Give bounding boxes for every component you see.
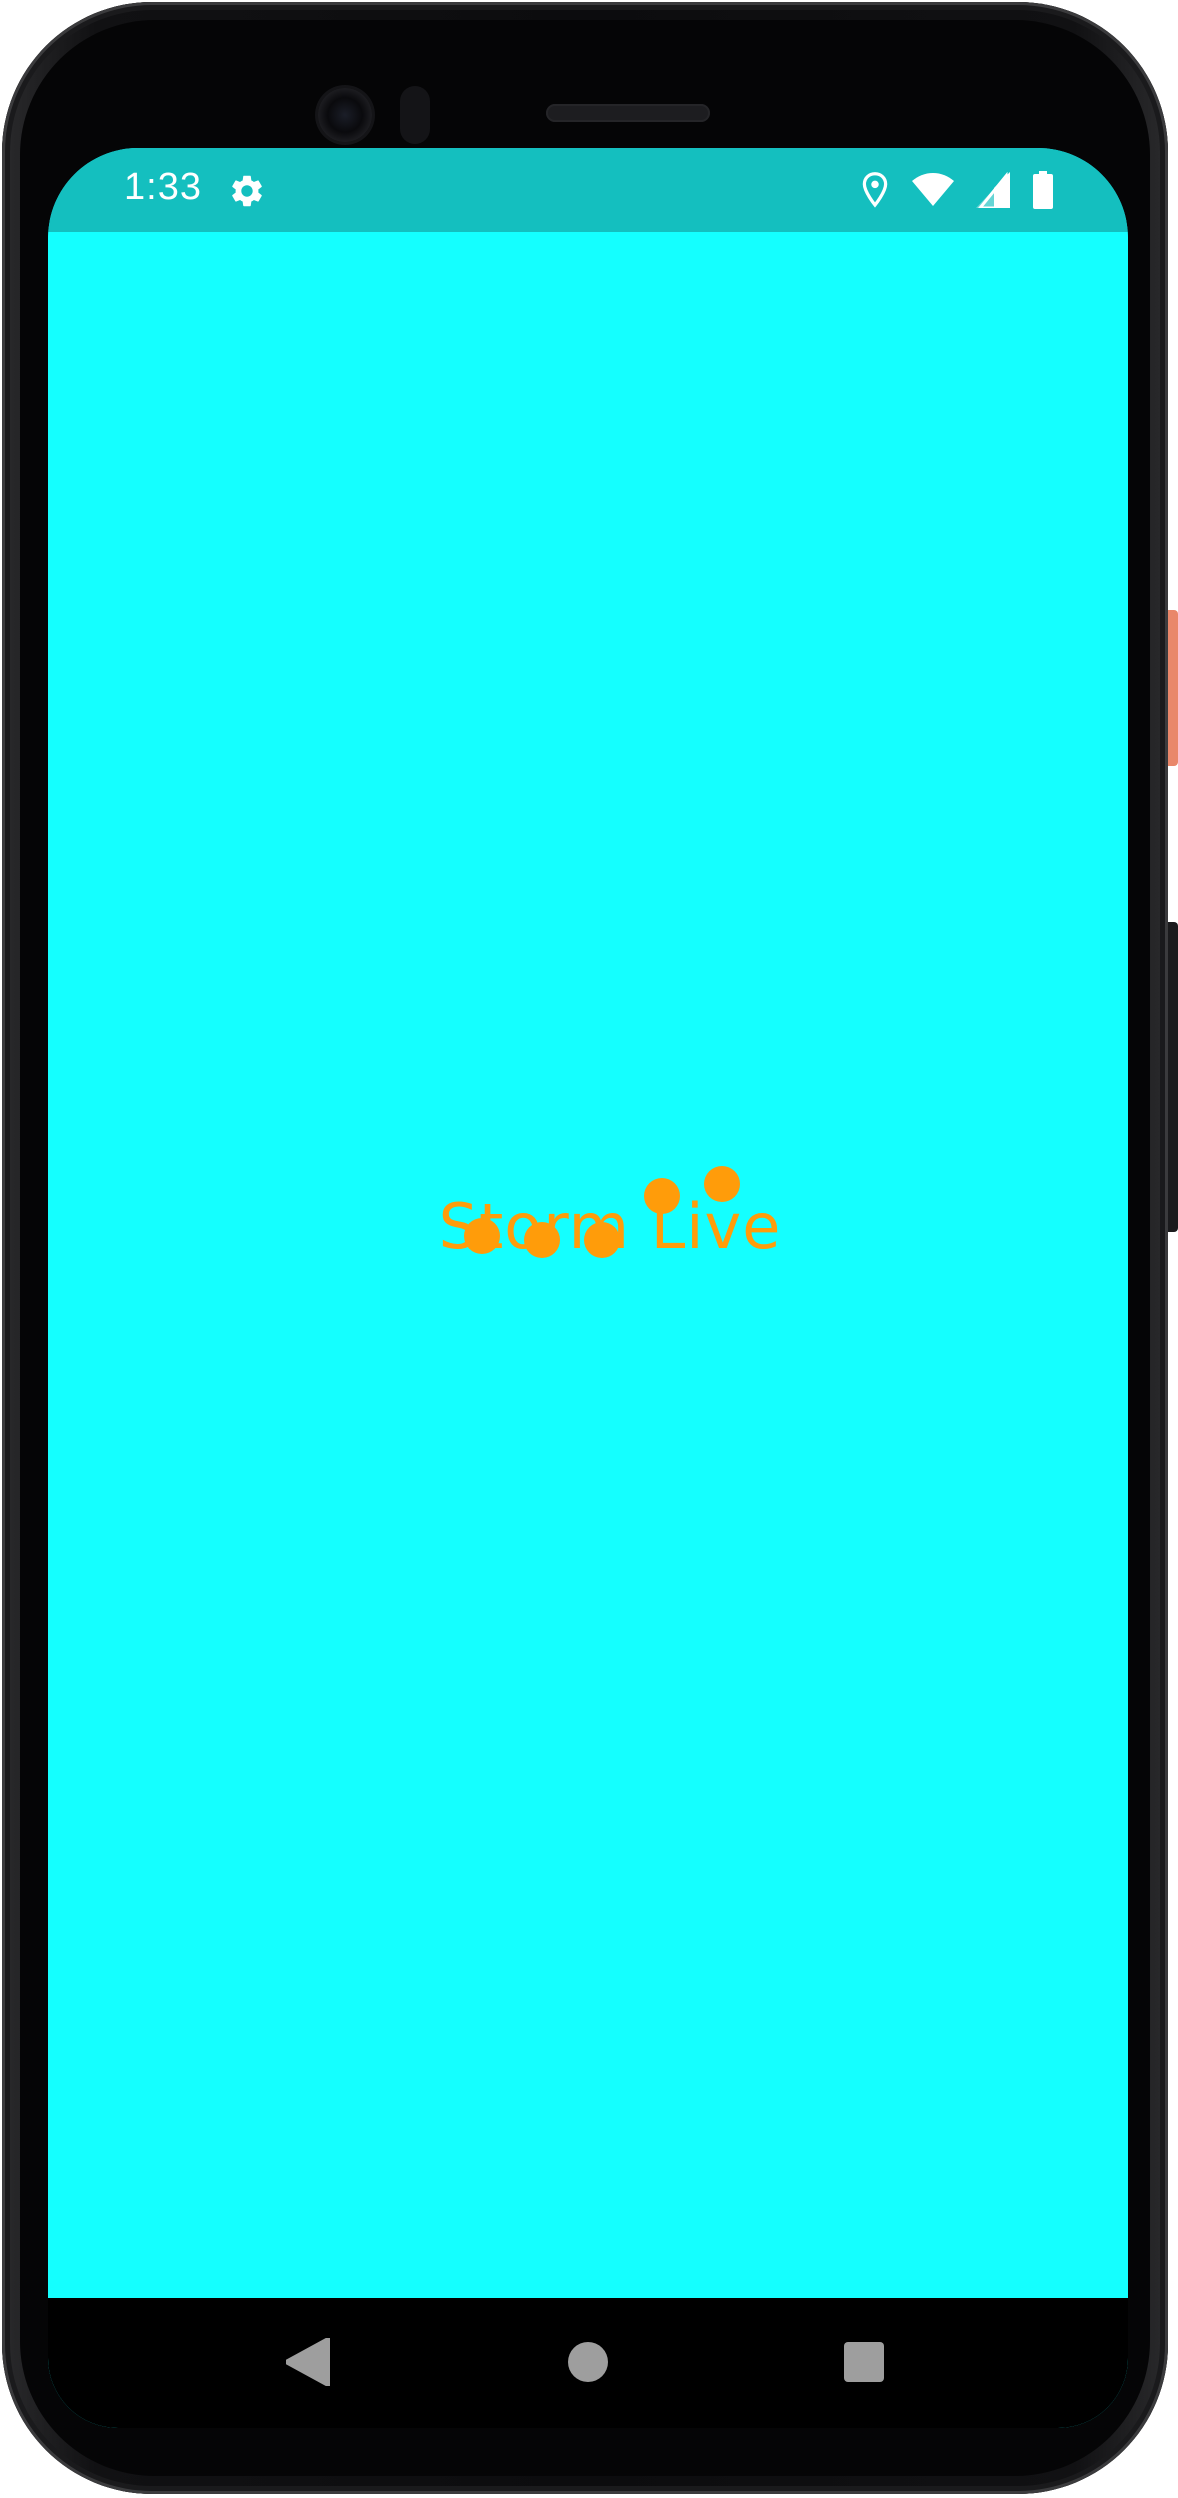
status-time: 1:33 — [124, 166, 202, 208]
loading-dot — [524, 1222, 560, 1258]
navigation-bar — [48, 2298, 1128, 2428]
loading-dot — [584, 1222, 620, 1258]
splash-screen: Storm Live — [48, 232, 1128, 2298]
earpiece-speaker — [546, 104, 710, 122]
loading-dot — [704, 1166, 740, 1202]
status-icons — [860, 170, 1054, 210]
home-icon[interactable] — [568, 2342, 608, 2382]
wifi-icon — [912, 173, 954, 206]
battery-icon — [1033, 171, 1053, 209]
gear-icon — [232, 175, 262, 207]
phone-frame: 1:33 Live — [2, 2, 1178, 2494]
location-icon — [862, 172, 888, 208]
recents-icon[interactable] — [844, 2342, 884, 2382]
loading-dot — [644, 1178, 680, 1214]
loading-dot — [464, 1218, 500, 1254]
power-button[interactable] — [1168, 610, 1178, 766]
volume-rocker[interactable] — [1168, 922, 1178, 1232]
proximity-sensor — [400, 86, 430, 144]
signal-icon — [976, 172, 1010, 208]
status-bar: 1:33 — [48, 148, 1128, 232]
front-camera — [318, 88, 372, 142]
screen: 1:33 Live — [48, 148, 1128, 2428]
splash-logo: Storm Live — [400, 1152, 820, 1282]
back-icon[interactable] — [286, 2338, 330, 2386]
